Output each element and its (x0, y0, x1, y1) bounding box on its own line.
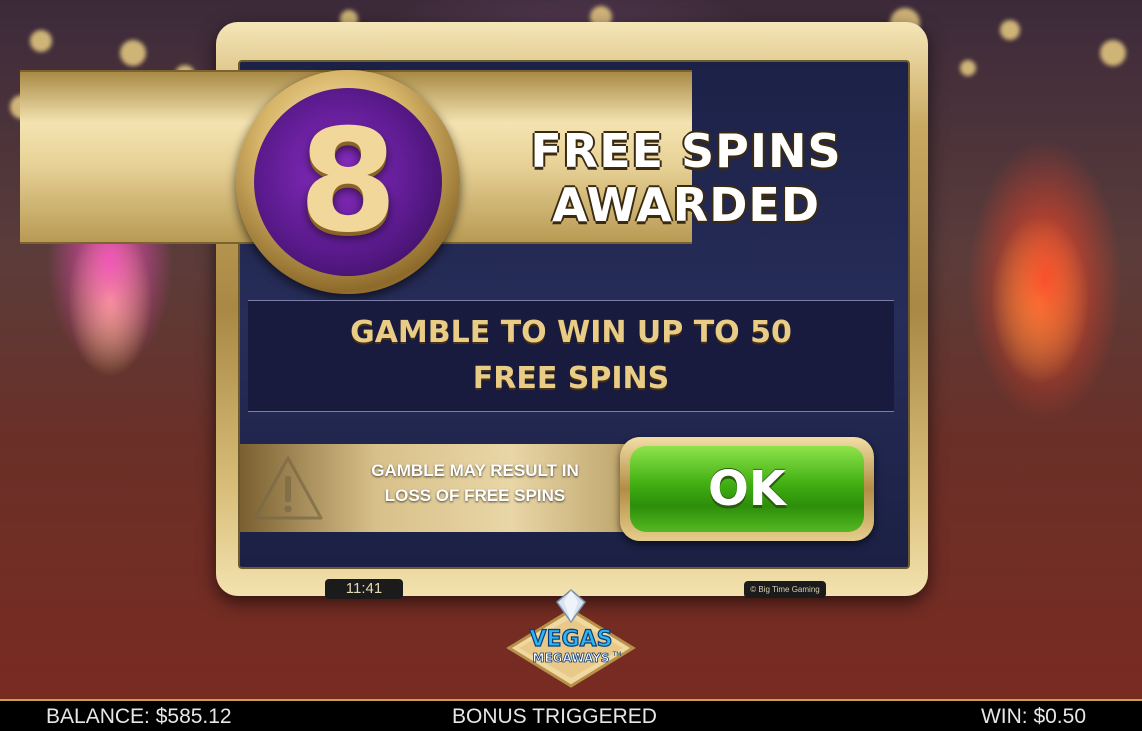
ok-button-frame: OK (620, 437, 874, 541)
logo-line-2: MEGAWAYS (533, 651, 610, 665)
warning-text: GAMBLE MAY RESULT IN LOSS OF FREE SPINS (330, 458, 620, 508)
warning-line-2: LOSS OF FREE SPINS (384, 486, 566, 505)
clock: 11:41 (325, 579, 403, 599)
logo-line-1: VEGAS (530, 627, 613, 652)
gamble-info-box: GAMBLE TO WIN UP TO 50 FREE SPINS (248, 300, 894, 412)
popup-title: FREE SPINS AWARDED (470, 124, 902, 232)
gamble-line-1: GAMBLE TO WIN UP TO 50 (350, 315, 792, 350)
spin-count-badge: 8 (236, 70, 460, 294)
status-bar: BALANCE: $585.12 BONUS TRIGGERED WIN: $0… (0, 699, 1142, 731)
bokeh-light (1000, 20, 1020, 40)
gamble-text: GAMBLE TO WIN UP TO 50 FREE SPINS (291, 310, 851, 402)
game-scene: 8 FREE SPINS AWARDED GAMBLE TO WIN UP TO… (0, 0, 1142, 731)
warning-icon (253, 456, 323, 520)
status-message: BONUS TRIGGERED (452, 705, 657, 728)
ok-button[interactable]: OK (630, 446, 864, 532)
gamble-line-2: FREE SPINS (472, 361, 670, 396)
logo-trademark: TM (612, 651, 622, 658)
badge-disc: 8 (254, 88, 442, 276)
balance-display: BALANCE: $585.12 (46, 705, 232, 728)
bokeh-light (30, 30, 52, 52)
copyright-label: © Big Time Gaming (744, 581, 826, 598)
bokeh-light (1100, 40, 1126, 66)
bokeh-light (120, 40, 146, 66)
warning-line-1: GAMBLE MAY RESULT IN (371, 461, 579, 480)
title-line-2: AWARDED (551, 178, 821, 232)
bokeh-light (960, 60, 976, 76)
badge-number: 8 (298, 99, 398, 264)
title-line-1: FREE SPINS (530, 124, 842, 178)
win-display: WIN: $0.50 (980, 705, 1086, 728)
vegas-megaways-logo: VEGAS MEGAWAYS TM (506, 589, 636, 688)
